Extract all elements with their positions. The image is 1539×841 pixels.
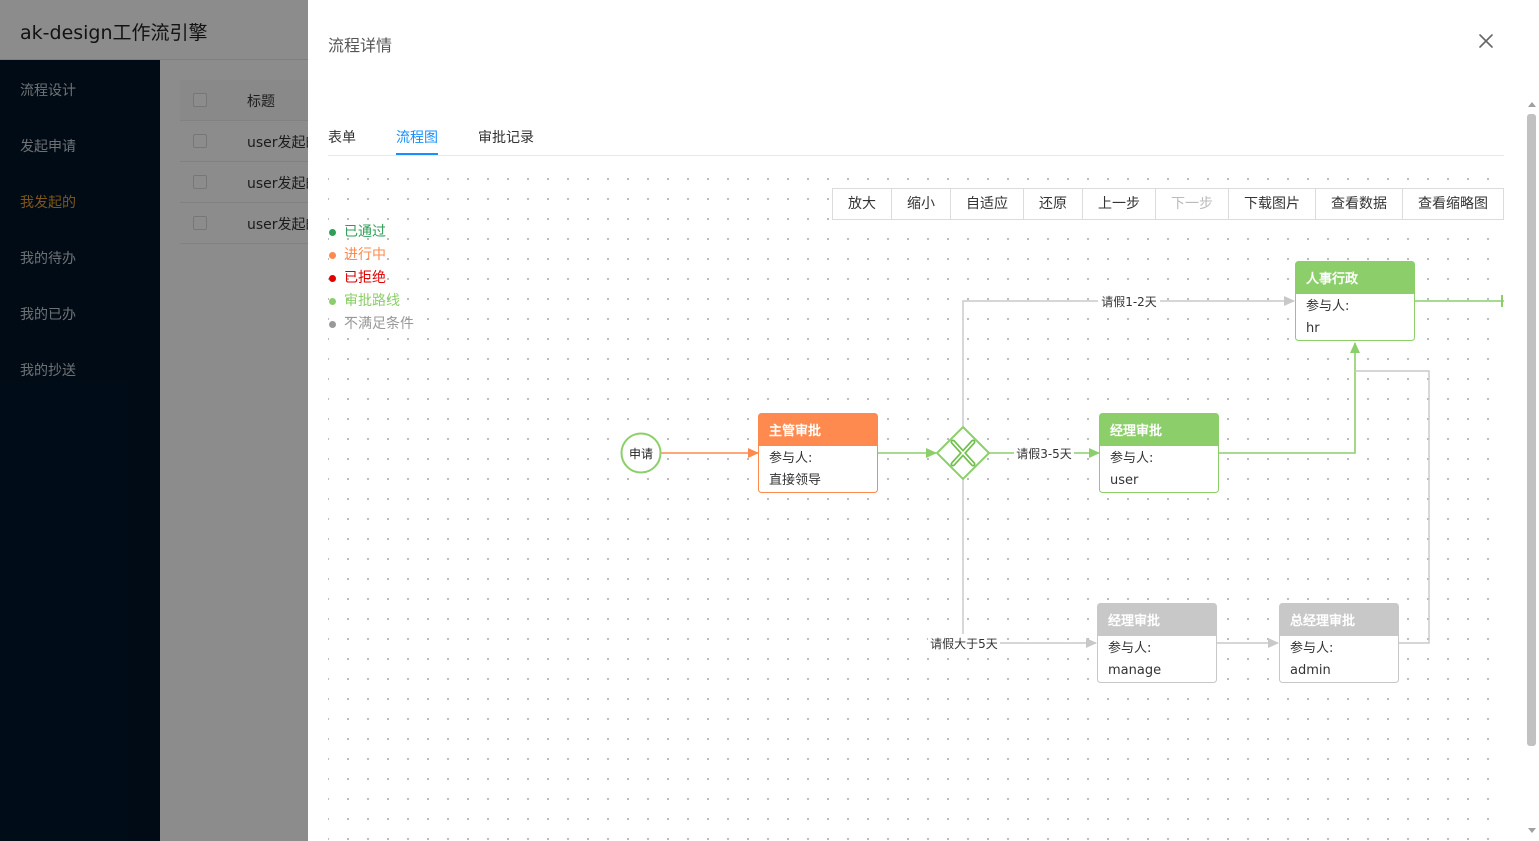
participant-value: user	[1110, 473, 1139, 488]
participant-value: admin	[1290, 663, 1331, 678]
node-title: 经理审批	[1110, 423, 1162, 439]
node-title: 主管审批	[769, 423, 821, 439]
participant-label: 参与人:	[1290, 640, 1333, 656]
participant-value: manage	[1108, 663, 1161, 678]
edge-gateway-to-manager2	[962, 479, 1097, 648]
node-title: 总经理审批	[1290, 613, 1355, 629]
drawer-title: 流程详情	[328, 36, 393, 55]
node-manager-approval-2[interactable]: 经理审批 参与人: manage	[1097, 603, 1217, 683]
participant-label: 参与人:	[1108, 640, 1151, 656]
page-scrollbar[interactable]	[1526, 100, 1539, 841]
exclusive-gateway[interactable]	[935, 425, 991, 481]
flow-diagram: 请假1-2天 请假3-5天 请假大于5天 申请 主管审批 参与人: 直接领导 经…	[620, 261, 1504, 683]
edge-gm-to-hr	[1355, 370, 1430, 644]
scroll-down-icon[interactable]	[1528, 828, 1536, 833]
participant-value: hr	[1306, 321, 1320, 336]
node-general-manager-approval[interactable]: 总经理审批 参与人: admin	[1279, 603, 1399, 683]
edge-manager-to-hr	[1218, 342, 1360, 454]
scrollbar-thumb[interactable]	[1527, 114, 1536, 746]
tab-form[interactable]: 表单	[328, 127, 356, 147]
node-title: 人事行政	[1306, 271, 1359, 287]
edge-label-mid-leave: 请假3-5天	[1016, 447, 1072, 461]
detail-tabs: 表单 流程图 审批记录	[328, 116, 1504, 156]
participant-label: 参与人:	[769, 450, 812, 466]
node-hr-admin[interactable]: 人事行政 参与人: hr	[1295, 261, 1415, 341]
edge-label-short-leave: 请假1-2天	[1101, 295, 1157, 309]
node-title: 经理审批	[1108, 613, 1160, 629]
tab-flowchart[interactable]: 流程图	[396, 127, 438, 147]
start-node[interactable]: 申请	[620, 432, 662, 474]
start-node-label: 申请	[629, 447, 653, 461]
close-icon[interactable]	[1475, 30, 1497, 52]
process-detail-drawer: 流程详情 表单 流程图 审批记录 放大 缩小 自适应 还原 上一步 下一步 下载…	[308, 0, 1539, 841]
tab-approval-records[interactable]: 审批记录	[478, 127, 534, 147]
participant-label: 参与人:	[1306, 298, 1349, 314]
node-supervisor-approval[interactable]: 主管审批 参与人: 直接领导	[758, 413, 878, 493]
node-manager-approval[interactable]: 经理审批 参与人: user	[1099, 413, 1219, 493]
edge-gateway-to-hr	[962, 296, 1295, 427]
edge-label-long-leave: 请假大于5天	[930, 637, 998, 651]
active-tab-indicator	[396, 153, 438, 155]
flow-canvas[interactable]: 放大 缩小 自适应 还原 上一步 下一步 下载图片 查看数据 查看缩略图 已通过…	[328, 165, 1504, 841]
scroll-up-icon[interactable]	[1528, 102, 1536, 107]
participant-value: 直接领导	[769, 472, 821, 488]
participant-label: 参与人:	[1110, 450, 1153, 466]
